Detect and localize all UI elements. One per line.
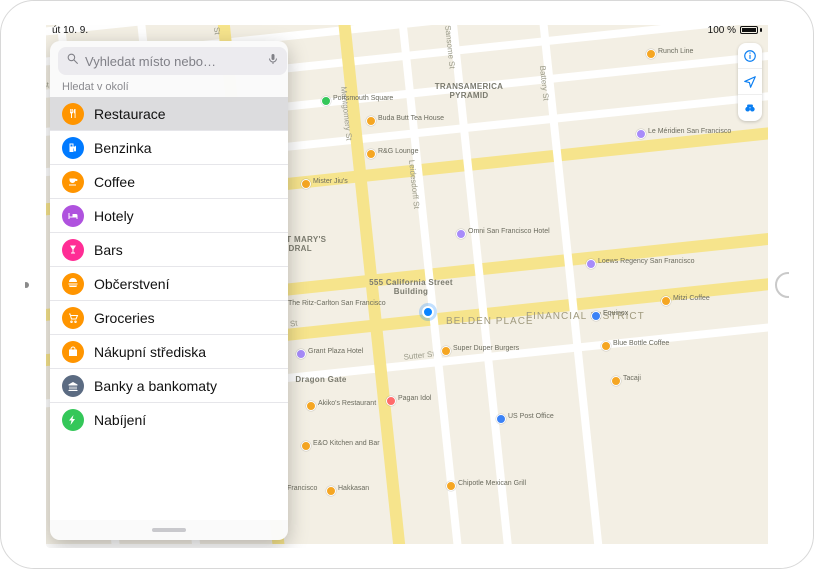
poi-label: The Ritz-Carlton San Francisco bbox=[288, 300, 386, 307]
district-label: BELDEN PLACE bbox=[446, 316, 534, 327]
status-time: út 10. 9. bbox=[52, 25, 88, 36]
landmark-label: TRANSAMERICA PYRAMID bbox=[424, 83, 514, 101]
fuel-icon bbox=[62, 137, 84, 159]
glass-icon bbox=[62, 239, 84, 261]
category-item[interactable]: Groceries bbox=[50, 301, 288, 335]
category-label: Hotely bbox=[94, 208, 134, 224]
poi-label: Blue Bottle Coffee bbox=[613, 340, 669, 347]
poi-marker[interactable] bbox=[366, 149, 376, 159]
category-label: Restaurace bbox=[94, 106, 166, 122]
search-box[interactable] bbox=[58, 47, 287, 75]
poi-label: Hakkasan bbox=[338, 485, 369, 492]
category-item[interactable]: Benzinka bbox=[50, 131, 288, 165]
poi-marker[interactable] bbox=[366, 116, 376, 126]
battery-text: 100 % bbox=[708, 25, 736, 36]
poi-marker[interactable] bbox=[326, 486, 336, 496]
poi-marker[interactable] bbox=[591, 311, 601, 321]
poi-marker[interactable] bbox=[301, 179, 311, 189]
section-label: Hledat v okolí bbox=[50, 79, 288, 97]
poi-label: E&O Kitchen and Bar bbox=[313, 440, 380, 447]
landmark-label: Dragon Gate bbox=[276, 376, 366, 385]
cart-icon bbox=[62, 307, 84, 329]
home-button[interactable] bbox=[775, 272, 801, 298]
screen: út 10. 9. 100 % Clay StSacramento StCali… bbox=[46, 21, 768, 548]
category-item[interactable]: Restaurace bbox=[50, 97, 288, 131]
landmark-label: 555 California Street Building bbox=[366, 279, 456, 297]
bolt-icon bbox=[62, 409, 84, 431]
category-item[interactable]: Nabíjení bbox=[50, 403, 288, 437]
poi-label: Equinox bbox=[603, 310, 628, 317]
category-label: Nabíjení bbox=[94, 412, 146, 428]
category-item[interactable]: Banky a bankomaty bbox=[50, 369, 288, 403]
poi-marker[interactable] bbox=[386, 396, 396, 406]
poi-marker[interactable] bbox=[661, 296, 671, 306]
poi-label: Chipotle Mexican Grill bbox=[458, 480, 526, 487]
category-item[interactable]: Občerstvení bbox=[50, 267, 288, 301]
card-grabber[interactable] bbox=[50, 520, 288, 540]
poi-label: US Post Office bbox=[508, 413, 554, 420]
search-input[interactable] bbox=[85, 54, 261, 69]
poi-label: Mister Jiu's bbox=[313, 178, 348, 185]
poi-label: Buda Butt Tea House bbox=[378, 115, 444, 122]
poi-marker[interactable] bbox=[586, 259, 596, 269]
bank-icon bbox=[62, 375, 84, 397]
poi-marker[interactable] bbox=[321, 96, 331, 106]
search-card: Zrušit Hledat v okolí RestauraceBenzinka… bbox=[50, 41, 288, 540]
category-label: Občerstvení bbox=[94, 276, 169, 292]
bed-icon bbox=[62, 205, 84, 227]
info-button[interactable] bbox=[738, 43, 762, 69]
poi-label: Super Duper Burgers bbox=[453, 345, 519, 352]
poi-marker[interactable] bbox=[496, 414, 506, 424]
ipad-frame: út 10. 9. 100 % Clay StSacramento StCali… bbox=[0, 0, 814, 569]
category-label: Benzinka bbox=[94, 140, 152, 156]
poi-label: Grant Plaza Hotel bbox=[308, 348, 363, 355]
category-item[interactable]: Coffee bbox=[50, 165, 288, 199]
poi-label: Omni San Francisco Hotel bbox=[468, 228, 550, 235]
poi-label: Loews Regency San Francisco bbox=[598, 258, 695, 265]
binoculars-button[interactable] bbox=[738, 95, 762, 121]
poi-label: R&G Lounge bbox=[378, 148, 418, 155]
poi-marker[interactable] bbox=[646, 49, 656, 59]
cup-icon bbox=[62, 171, 84, 193]
search-icon bbox=[66, 52, 79, 70]
poi-label: Akiko's Restaurant bbox=[318, 400, 376, 407]
burger-icon bbox=[62, 273, 84, 295]
poi-label: Mitzi Coffee bbox=[673, 295, 710, 302]
status-bar: út 10. 9. 100 % bbox=[46, 21, 768, 39]
poi-marker[interactable] bbox=[611, 376, 621, 386]
mic-icon[interactable] bbox=[267, 52, 279, 71]
user-location bbox=[422, 306, 434, 318]
poi-label: Le Méridien San Francisco bbox=[648, 128, 731, 135]
front-camera bbox=[23, 282, 29, 288]
category-item[interactable]: Bars bbox=[50, 233, 288, 267]
category-label: Banky a bankomaty bbox=[94, 378, 217, 394]
poi-marker[interactable] bbox=[296, 349, 306, 359]
battery-icon bbox=[740, 26, 762, 34]
bag-icon bbox=[62, 341, 84, 363]
category-item[interactable]: Hotely bbox=[50, 199, 288, 233]
category-label: Groceries bbox=[94, 310, 155, 326]
poi-label: Tacaji bbox=[623, 375, 641, 382]
category-label: Coffee bbox=[94, 174, 135, 190]
poi-marker[interactable] bbox=[446, 481, 456, 491]
category-label: Nákupní střediska bbox=[94, 344, 206, 360]
poi-marker[interactable] bbox=[601, 341, 611, 351]
poi-marker[interactable] bbox=[456, 229, 466, 239]
poi-label: Runch Line bbox=[658, 48, 693, 55]
poi-marker[interactable] bbox=[301, 441, 311, 451]
poi-label: Portsmouth Square bbox=[333, 95, 393, 102]
category-label: Bars bbox=[94, 242, 123, 258]
locate-button[interactable] bbox=[738, 69, 762, 95]
fork-icon bbox=[62, 103, 84, 125]
category-list: Restaurace Benzinka Coffee Hotely Bars Občers… bbox=[50, 97, 288, 520]
poi-marker[interactable] bbox=[441, 346, 451, 356]
category-item[interactable]: Nákupní střediska bbox=[50, 335, 288, 369]
poi-marker[interactable] bbox=[306, 401, 316, 411]
poi-label: Pagan Idol bbox=[398, 395, 431, 402]
map-controls bbox=[738, 43, 762, 121]
poi-marker[interactable] bbox=[636, 129, 646, 139]
